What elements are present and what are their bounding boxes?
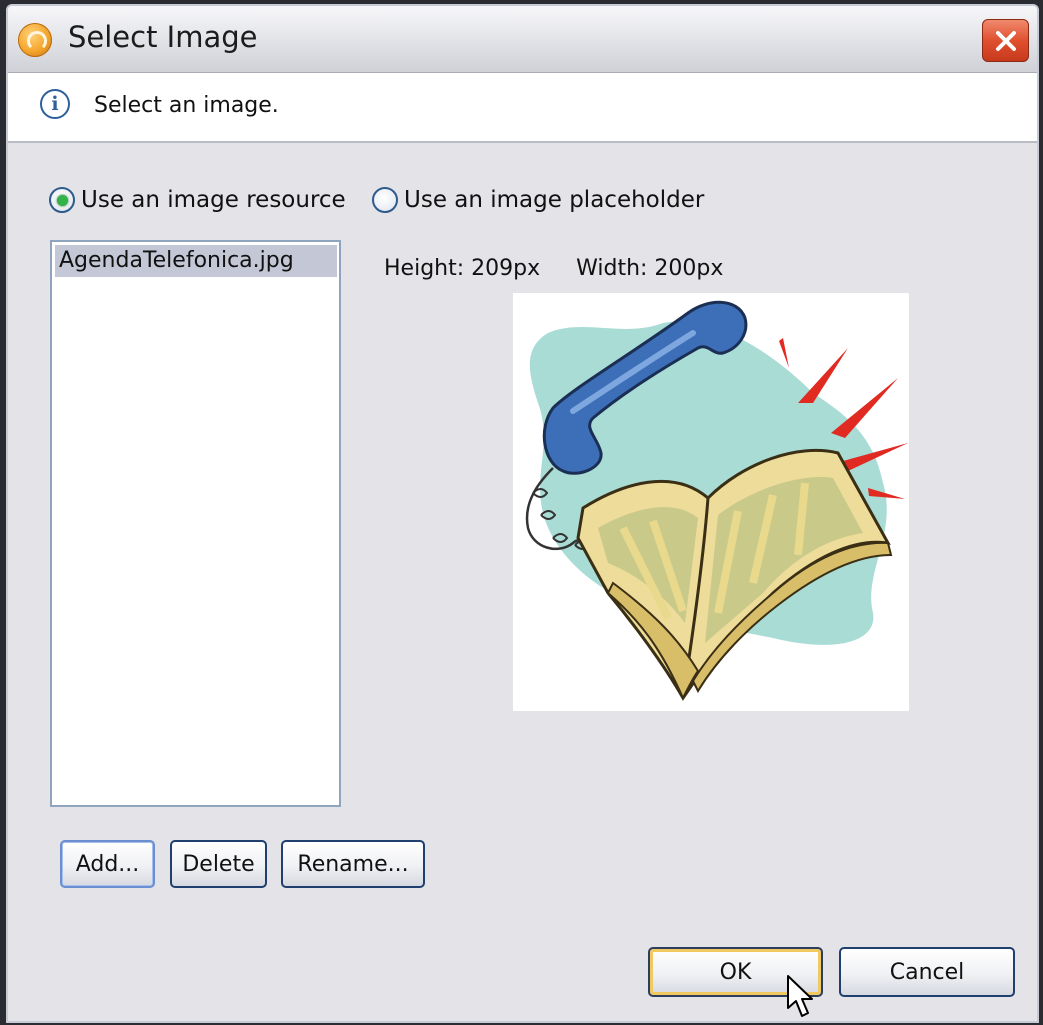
height-label: Height: 209px bbox=[384, 256, 541, 281]
radio-label-placeholder: Use an image placeholder bbox=[404, 187, 705, 213]
width-label: Width: 200px bbox=[576, 256, 724, 281]
add-button[interactable]: Add... bbox=[60, 840, 155, 888]
select-image-dialog: Select Image i Select an image. Use an i… bbox=[6, 4, 1039, 1023]
image-preview bbox=[513, 293, 909, 711]
dialog-title: Select Image bbox=[68, 20, 258, 54]
radio-use-image-placeholder[interactable]: Use an image placeholder bbox=[372, 187, 704, 213]
mouse-cursor-icon bbox=[786, 974, 816, 1021]
info-message: Select an image. bbox=[94, 93, 279, 118]
radio-dot bbox=[56, 194, 68, 206]
image-dimensions: Height: 209px Width: 200px bbox=[384, 256, 759, 281]
close-button[interactable] bbox=[982, 19, 1029, 62]
rename-button[interactable]: Rename... bbox=[281, 840, 425, 888]
radio-button-selected[interactable] bbox=[49, 187, 75, 213]
telephone-book-clipart bbox=[525, 300, 908, 701]
radio-use-image-resource[interactable]: Use an image resource bbox=[49, 187, 346, 213]
close-icon bbox=[995, 30, 1016, 51]
info-banner: i Select an image. bbox=[8, 73, 1037, 143]
info-icon: i bbox=[40, 89, 70, 119]
radio-button-unselected[interactable] bbox=[372, 187, 398, 213]
list-item[interactable]: AgendaTelefonica.jpg bbox=[55, 245, 337, 277]
title-bar[interactable]: Select Image bbox=[8, 6, 1037, 73]
radio-label-resource: Use an image resource bbox=[81, 187, 346, 213]
image-resource-list[interactable]: AgendaTelefonica.jpg bbox=[50, 240, 341, 807]
delete-button[interactable]: Delete bbox=[170, 840, 267, 888]
app-logo-icon bbox=[18, 23, 52, 57]
cancel-button[interactable]: Cancel bbox=[839, 947, 1015, 997]
